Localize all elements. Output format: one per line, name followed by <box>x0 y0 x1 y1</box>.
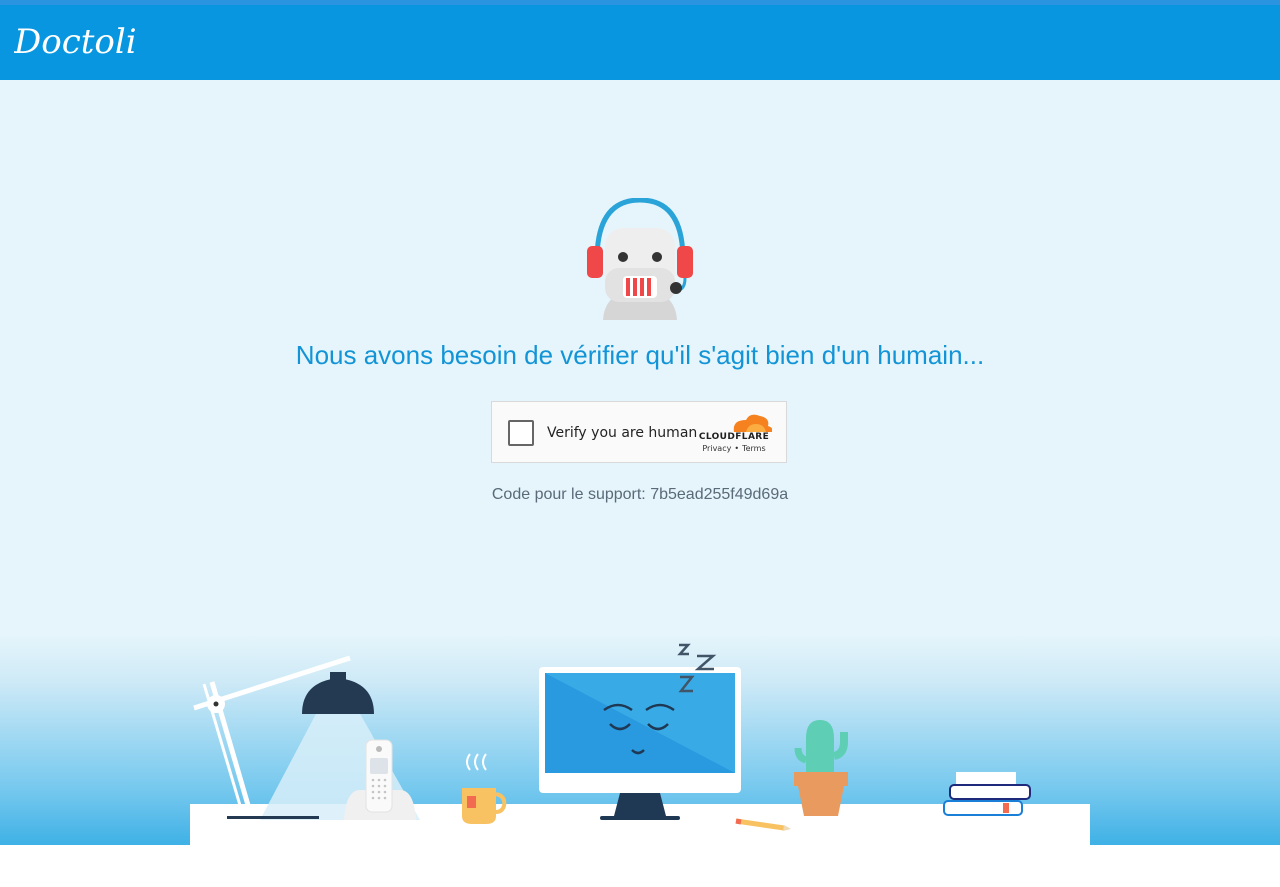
svg-text:Doctolib: Doctolib <box>14 22 136 61</box>
support-code-line: Code pour le support: 7b5ead255f49d69a <box>0 486 1280 504</box>
cactus-plant-icon <box>794 720 848 816</box>
cloudflare-links: Privacy • Terms <box>694 444 774 453</box>
tea-mug-icon <box>462 753 507 824</box>
page-title: Nous avons besoin de vérifier qu'il s'ag… <box>295 340 985 370</box>
doctolib-logo[interactable]: Doctolib <box>14 19 136 61</box>
books-icon <box>943 772 1031 816</box>
cloudflare-wordmark: CLOUDFLARE <box>698 432 770 442</box>
support-label: Code pour le support: <box>491 486 646 503</box>
cloudflare-logo-icon <box>733 414 772 432</box>
desk-illustration <box>190 643 1090 845</box>
link-separator: • <box>734 444 740 453</box>
privacy-link[interactable]: Privacy <box>702 444 731 453</box>
terms-link[interactable]: Terms <box>742 444 766 453</box>
verify-checkbox[interactable] <box>508 420 534 446</box>
captcha-widget: Verify you are human CLOUDFLARE Privacy •… <box>491 401 787 463</box>
robot-headset-icon <box>587 198 693 320</box>
support-code: 7b5ead255f49d69a <box>650 486 789 503</box>
header: Doctolib <box>0 5 1280 80</box>
monitor-icon <box>539 643 741 820</box>
verify-label[interactable]: Verify you are human <box>547 425 697 441</box>
